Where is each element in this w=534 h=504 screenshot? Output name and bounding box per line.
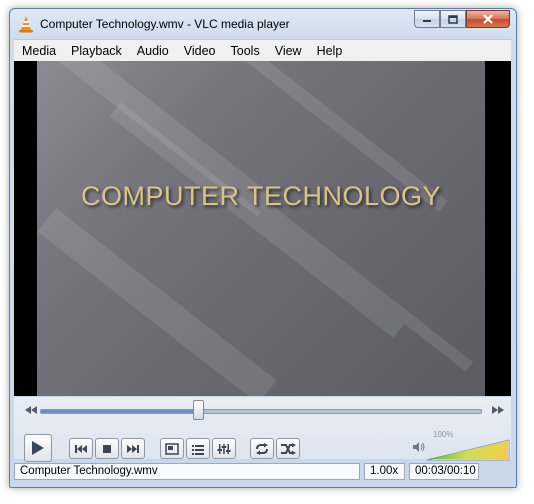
- fullscreen-icon: [165, 442, 179, 455]
- volume-slider[interactable]: [426, 439, 510, 461]
- volume-percent: 100%: [433, 430, 454, 439]
- vlc-cone-icon: [19, 16, 33, 33]
- shuffle-icon: [281, 442, 296, 455]
- menu-audio[interactable]: Audio: [130, 44, 176, 58]
- status-bar: Computer Technology.wmv 1.00x 00:03/00:1…: [14, 461, 511, 481]
- menu-media[interactable]: Media: [15, 44, 63, 58]
- playlist-icon: [192, 444, 204, 455]
- play-button[interactable]: [24, 434, 52, 462]
- slower-icon[interactable]: [24, 405, 38, 415]
- window-title: Computer Technology.wmv - VLC media play…: [40, 17, 290, 31]
- speaker-icon[interactable]: [412, 441, 426, 453]
- slide-title: COMPUTER TECHNOLOGY: [80, 181, 442, 211]
- extended-settings-button[interactable]: [212, 438, 236, 459]
- caption-buttons: [414, 10, 510, 29]
- loop-button[interactable]: [250, 438, 274, 459]
- menu-tools[interactable]: Tools: [224, 44, 267, 58]
- controls-panel: 100%: [14, 397, 511, 462]
- previous-icon: [75, 444, 87, 453]
- minimize-button[interactable]: [414, 10, 440, 28]
- status-time[interactable]: 00:03/00:10: [409, 462, 479, 480]
- video-output[interactable]: COMPUTER TECHNOLOGY: [14, 61, 511, 396]
- video-frame: COMPUTER TECHNOLOGY: [37, 61, 485, 396]
- fullscreen-button[interactable]: [160, 438, 184, 459]
- stop-icon: [103, 444, 111, 453]
- shuffle-button[interactable]: [276, 438, 300, 459]
- faster-icon[interactable]: [491, 405, 505, 415]
- close-button[interactable]: [466, 10, 510, 28]
- playlist-button[interactable]: [186, 438, 210, 459]
- menu-view[interactable]: View: [268, 44, 309, 58]
- close-icon: [483, 14, 493, 24]
- minimize-icon: [423, 20, 431, 22]
- vlc-window: Computer Technology.wmv - VLC media play…: [9, 8, 517, 488]
- maximize-icon: [448, 14, 458, 24]
- status-filename: Computer Technology.wmv: [14, 462, 360, 480]
- seek-bar[interactable]: [40, 409, 482, 414]
- previous-button[interactable]: [69, 438, 93, 459]
- maximize-button[interactable]: [440, 10, 466, 28]
- loop-icon: [256, 442, 268, 455]
- menu-playback[interactable]: Playback: [64, 44, 129, 58]
- status-speed[interactable]: 1.00x: [364, 462, 405, 480]
- menu-video[interactable]: Video: [177, 44, 223, 58]
- menu-help[interactable]: Help: [310, 44, 350, 58]
- next-icon: [127, 444, 139, 453]
- play-icon: [32, 441, 44, 455]
- equalizer-icon: [217, 443, 231, 454]
- next-button[interactable]: [121, 438, 145, 459]
- menu-bar: Media Playback Audio Video Tools View He…: [14, 39, 511, 61]
- seek-handle[interactable]: [193, 400, 205, 420]
- title-bar[interactable]: Computer Technology.wmv - VLC media play…: [10, 9, 516, 39]
- stop-button[interactable]: [95, 438, 119, 459]
